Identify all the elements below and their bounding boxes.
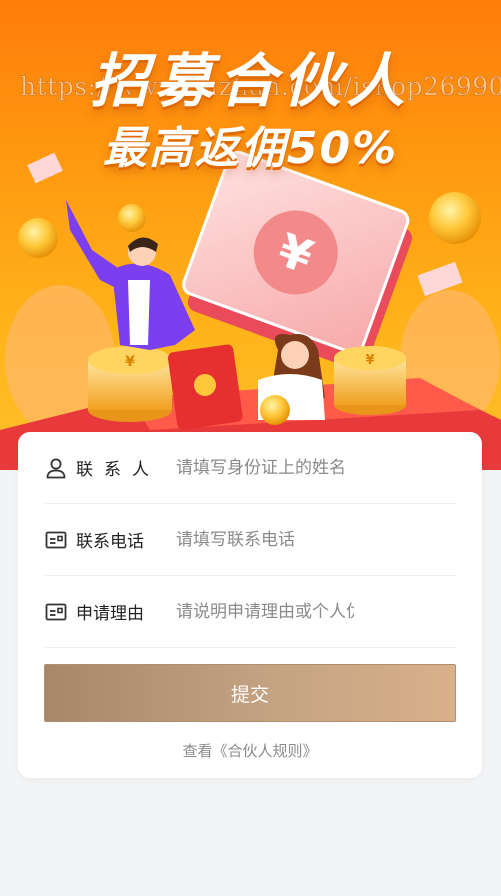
application-reason-input[interactable] bbox=[176, 601, 354, 622]
id-card-icon bbox=[45, 603, 67, 620]
contact-phone-label: 联系电话 bbox=[76, 532, 144, 552]
application-reason-label: 申请理由 bbox=[76, 604, 144, 624]
banner-subheadline: 最高返佣50% bbox=[102, 123, 399, 174]
id-card-icon bbox=[45, 531, 67, 548]
contact-phone-row: 联系电话 bbox=[44, 504, 456, 576]
application-form-card: 联系人 联系电话 申请理由 提交 查看《合伙人规则》 bbox=[18, 432, 482, 778]
contact-name-row: 联系人 bbox=[44, 432, 456, 504]
submit-button[interactable]: 提交 bbox=[44, 664, 456, 722]
contact-name-label: 联系人 bbox=[76, 460, 160, 480]
svg-text:¥: ¥ bbox=[365, 353, 374, 368]
contact-name-input[interactable] bbox=[176, 457, 354, 478]
application-reason-row: 申请理由 bbox=[44, 576, 456, 648]
person-icon bbox=[46, 458, 66, 478]
contact-phone-input[interactable] bbox=[176, 529, 354, 550]
promo-banner: ¥ ¥ ¥ https://www.huzhan.com/ishop26990 … bbox=[0, 0, 501, 470]
partner-rules-link[interactable]: 查看《合伙人规则》 bbox=[18, 740, 482, 761]
svg-text:¥: ¥ bbox=[125, 354, 135, 370]
banner-headline: 招募合伙人 bbox=[90, 47, 411, 115]
